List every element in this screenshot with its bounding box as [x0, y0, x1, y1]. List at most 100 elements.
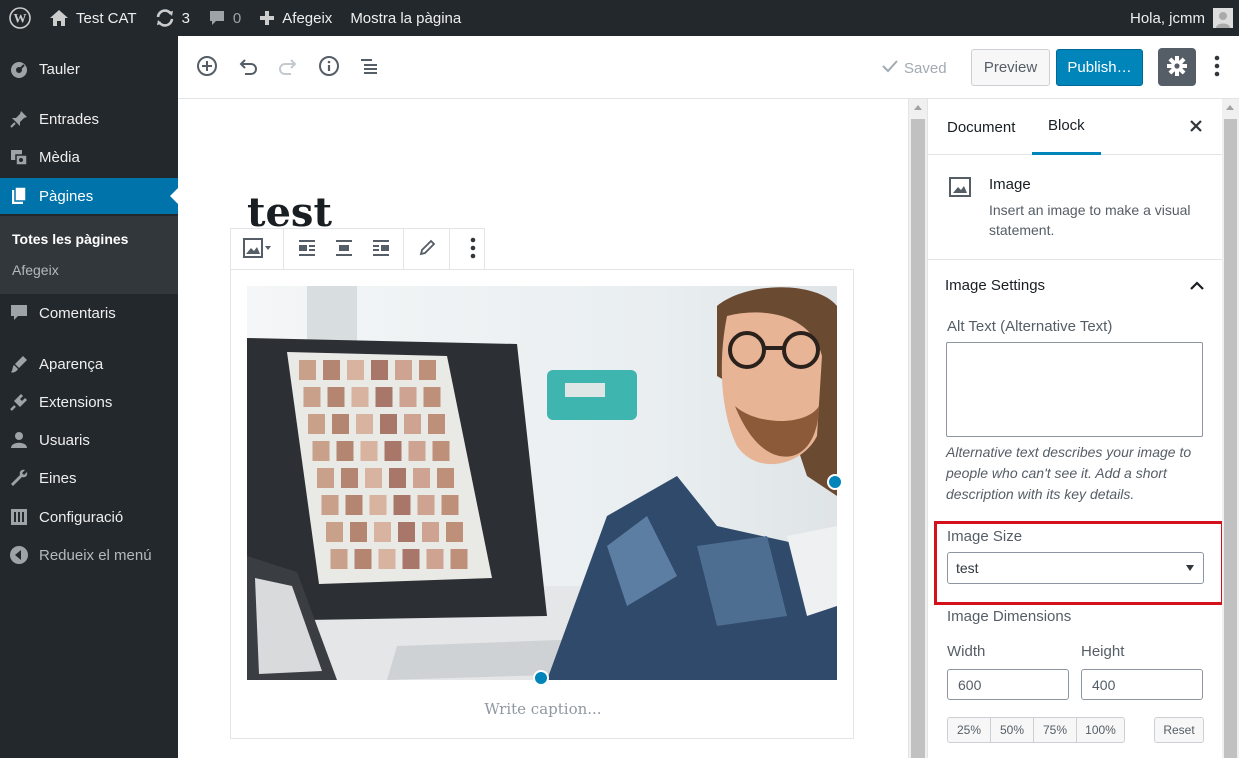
plugin-icon	[8, 391, 30, 413]
close-sidebar-button[interactable]	[1184, 115, 1208, 139]
image-size-select[interactable]: test	[947, 552, 1204, 584]
preview-button[interactable]: Preview	[971, 49, 1050, 86]
chevron-up-icon[interactable]	[1188, 277, 1206, 298]
avatar	[1213, 8, 1233, 28]
comments-count: 0	[232, 9, 242, 27]
admin-sidebar: Tauler Entrades Mèdia Pàgines Totes les …	[0, 36, 178, 758]
width-label: Width	[947, 643, 986, 660]
sidebar-item-tools[interactable]: Eines	[0, 460, 178, 496]
admin-bar: W Test CAT 3 0 Afegeix Mostra la pàgina …	[0, 0, 1239, 36]
panel-scrollbar[interactable]	[1222, 99, 1239, 758]
sidebar-item-label: Usuaris	[39, 431, 90, 449]
users-icon	[8, 429, 30, 451]
sidebar-item-comments[interactable]: Comentaris	[0, 295, 178, 331]
sidebar-tabs: Document Block	[928, 99, 1222, 155]
align-center-icon	[334, 239, 354, 260]
comment-icon	[8, 302, 30, 324]
wrench-icon	[8, 467, 30, 489]
scroll-up-arrow-icon[interactable]	[914, 105, 922, 110]
sidebar-item-appearance[interactable]: Aparença	[0, 346, 178, 382]
settings-toggle-button[interactable]	[1158, 48, 1196, 86]
pages-icon	[8, 185, 30, 207]
comments-link[interactable]: 0	[199, 0, 250, 36]
sidebar-item-label: Mèdia	[39, 148, 80, 166]
tab-block[interactable]: Block	[1032, 99, 1101, 155]
undo-button[interactable]	[233, 52, 263, 82]
sidebar-item-label: Extensions	[39, 393, 113, 411]
list-icon	[358, 55, 380, 80]
sidebar-item-dashboard[interactable]: Tauler	[0, 51, 178, 87]
scrollbar-thumb[interactable]	[1224, 119, 1237, 758]
height-input[interactable]: 400	[1081, 669, 1203, 700]
content-scrollbar[interactable]	[908, 99, 927, 758]
scale-75-button[interactable]: 75%	[1034, 718, 1077, 742]
align-left-icon	[297, 239, 317, 260]
edit-image-button[interactable]	[408, 229, 445, 269]
submenu-add-page[interactable]: Afegeix	[12, 262, 59, 278]
publish-button[interactable]: Publish…	[1056, 49, 1143, 86]
image-settings-title[interactable]: Image Settings	[945, 277, 1045, 294]
align-right-button[interactable]	[362, 229, 399, 269]
submenu-all-pages[interactable]: Totes les pàgines	[12, 231, 128, 247]
redo-button[interactable]	[273, 52, 303, 82]
resize-handle-right[interactable]	[827, 474, 843, 490]
pin-icon	[8, 108, 30, 130]
block-description: Insert an image to make a visual stateme…	[989, 202, 1191, 238]
image-icon	[243, 237, 271, 261]
block-navigation-button[interactable]	[354, 52, 384, 82]
updates-link[interactable]: 3	[146, 0, 199, 36]
alt-text-label: Alt Text (Alternative Text)	[947, 318, 1113, 335]
image-photo[interactable]	[247, 286, 837, 680]
height-label: Height	[1081, 643, 1125, 660]
sidebar-item-users[interactable]: Usuaris	[0, 422, 178, 458]
block-type-switcher[interactable]	[235, 229, 279, 269]
saved-status: Saved	[881, 58, 947, 78]
scale-50-button[interactable]: 50%	[991, 718, 1034, 742]
scrollbar-thumb[interactable]	[911, 119, 925, 758]
sidebar-item-posts[interactable]: Entrades	[0, 101, 178, 137]
redo-icon	[277, 55, 299, 80]
comment-bubble-icon	[208, 9, 226, 27]
info-icon	[318, 55, 340, 80]
account-menu[interactable]: Hola, jcmm	[1121, 0, 1239, 36]
greeting: Hola, jcmm	[1129, 9, 1205, 27]
saved-label: Saved	[904, 59, 947, 77]
add-new-label: Afegeix	[282, 9, 333, 27]
align-center-button[interactable]	[325, 229, 362, 269]
sidebar-item-label: Entrades	[39, 110, 100, 128]
settings-icon	[8, 506, 30, 528]
chevron-down-icon	[1186, 565, 1194, 571]
scroll-up-arrow-icon[interactable]	[1226, 105, 1234, 110]
resize-handle-bottom[interactable]	[533, 670, 549, 686]
width-input[interactable]: 600	[947, 669, 1069, 700]
align-left-button[interactable]	[288, 229, 325, 269]
updates-count: 3	[181, 9, 190, 27]
reset-dimensions-button[interactable]: Reset	[1154, 717, 1204, 743]
pencil-icon	[418, 239, 436, 260]
caption-placeholder[interactable]: Write caption...	[231, 700, 855, 718]
sidebar-item-pages[interactable]: Pàgines	[0, 178, 178, 214]
view-page-link[interactable]: Mostra la pàgina	[341, 0, 470, 36]
image-block[interactable]: Write caption...	[230, 269, 854, 739]
add-new-link[interactable]: Afegeix	[250, 0, 341, 36]
wordpress-logo-icon[interactable]: W	[0, 0, 40, 36]
content-info-button[interactable]	[314, 52, 344, 82]
image-size-value: test	[956, 560, 979, 576]
undo-icon	[237, 55, 259, 80]
site-name-link[interactable]: Test CAT	[40, 0, 146, 36]
alt-text-input[interactable]	[946, 342, 1203, 437]
block-more-options-button[interactable]	[454, 229, 491, 269]
add-block-button[interactable]	[192, 52, 222, 82]
tab-document[interactable]: Document	[947, 99, 1015, 155]
editor-content: test Write caption...	[178, 99, 908, 758]
sidebar-item-plugins[interactable]: Extensions	[0, 384, 178, 420]
sidebar-item-media[interactable]: Mèdia	[0, 139, 178, 175]
alt-text-help: Alternative text describes your image to…	[946, 444, 1192, 502]
scale-25-button[interactable]: 25%	[948, 718, 991, 742]
scale-100-button[interactable]: 100%	[1077, 718, 1124, 742]
sidebar-item-settings[interactable]: Configuració	[0, 499, 178, 535]
more-options-button[interactable]	[1208, 52, 1226, 82]
sidebar-collapse-menu[interactable]: Redueix el menú	[0, 537, 178, 573]
editor-header: Saved Preview Publish…	[178, 36, 1239, 99]
close-icon	[1189, 119, 1203, 136]
